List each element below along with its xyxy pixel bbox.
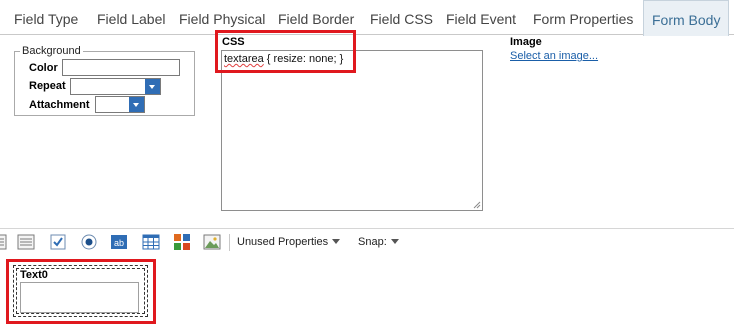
css-highlight-box [215,30,356,73]
tab-form-properties[interactable]: Form Properties [533,0,633,35]
picture-icon[interactable] [203,233,221,251]
text-field-icon-glyph: ab [114,238,124,248]
tab-bar: Field Type Field Label Field Physical Fi… [0,0,734,36]
tab-field-type[interactable]: Field Type [14,0,78,35]
field-toolbar: ab Unused Properties Snap: [0,228,734,254]
caret-down-icon [332,239,341,244]
repeat-label: Repeat [29,80,66,92]
attachment-label: Attachment [29,99,90,111]
checkbox-field-icon[interactable] [49,233,67,251]
css-textarea[interactable]: textarea { resize: none; } [221,50,483,211]
grid-field-icon[interactable] [142,233,160,251]
color-input[interactable] [62,59,180,76]
image-label: Image [510,36,542,48]
list-field-icon[interactable] [17,233,35,251]
resize-grip-icon[interactable] [473,201,481,209]
chevron-down-icon[interactable] [145,79,160,94]
tab-field-label[interactable]: Field Label [97,0,166,35]
background-legend: Background [20,45,83,57]
tab-field-event[interactable]: Field Event [446,0,516,35]
chevron-down-icon[interactable] [129,97,144,112]
caret-down-icon [390,239,399,244]
repeat-select[interactable] [70,78,161,95]
radio-field-icon[interactable] [80,233,98,251]
list-field-icon[interactable] [0,233,8,251]
tab-field-css[interactable]: Field CSS [370,0,433,35]
select-image-link[interactable]: Select an image... [510,50,598,62]
snap-dropdown[interactable]: Snap: [358,236,399,248]
attachment-select[interactable] [95,96,145,113]
unused-properties-label: Unused Properties [237,236,329,248]
color-label: Color [29,62,58,74]
toolbar-divider [229,234,230,251]
text-field-icon[interactable]: ab [110,233,128,251]
palette-icon[interactable] [173,233,191,251]
snap-label: Snap: [358,236,387,248]
field-highlight-box [6,259,156,324]
tab-form-body[interactable]: Form Body [643,0,730,36]
unused-properties-dropdown[interactable]: Unused Properties [237,236,341,248]
